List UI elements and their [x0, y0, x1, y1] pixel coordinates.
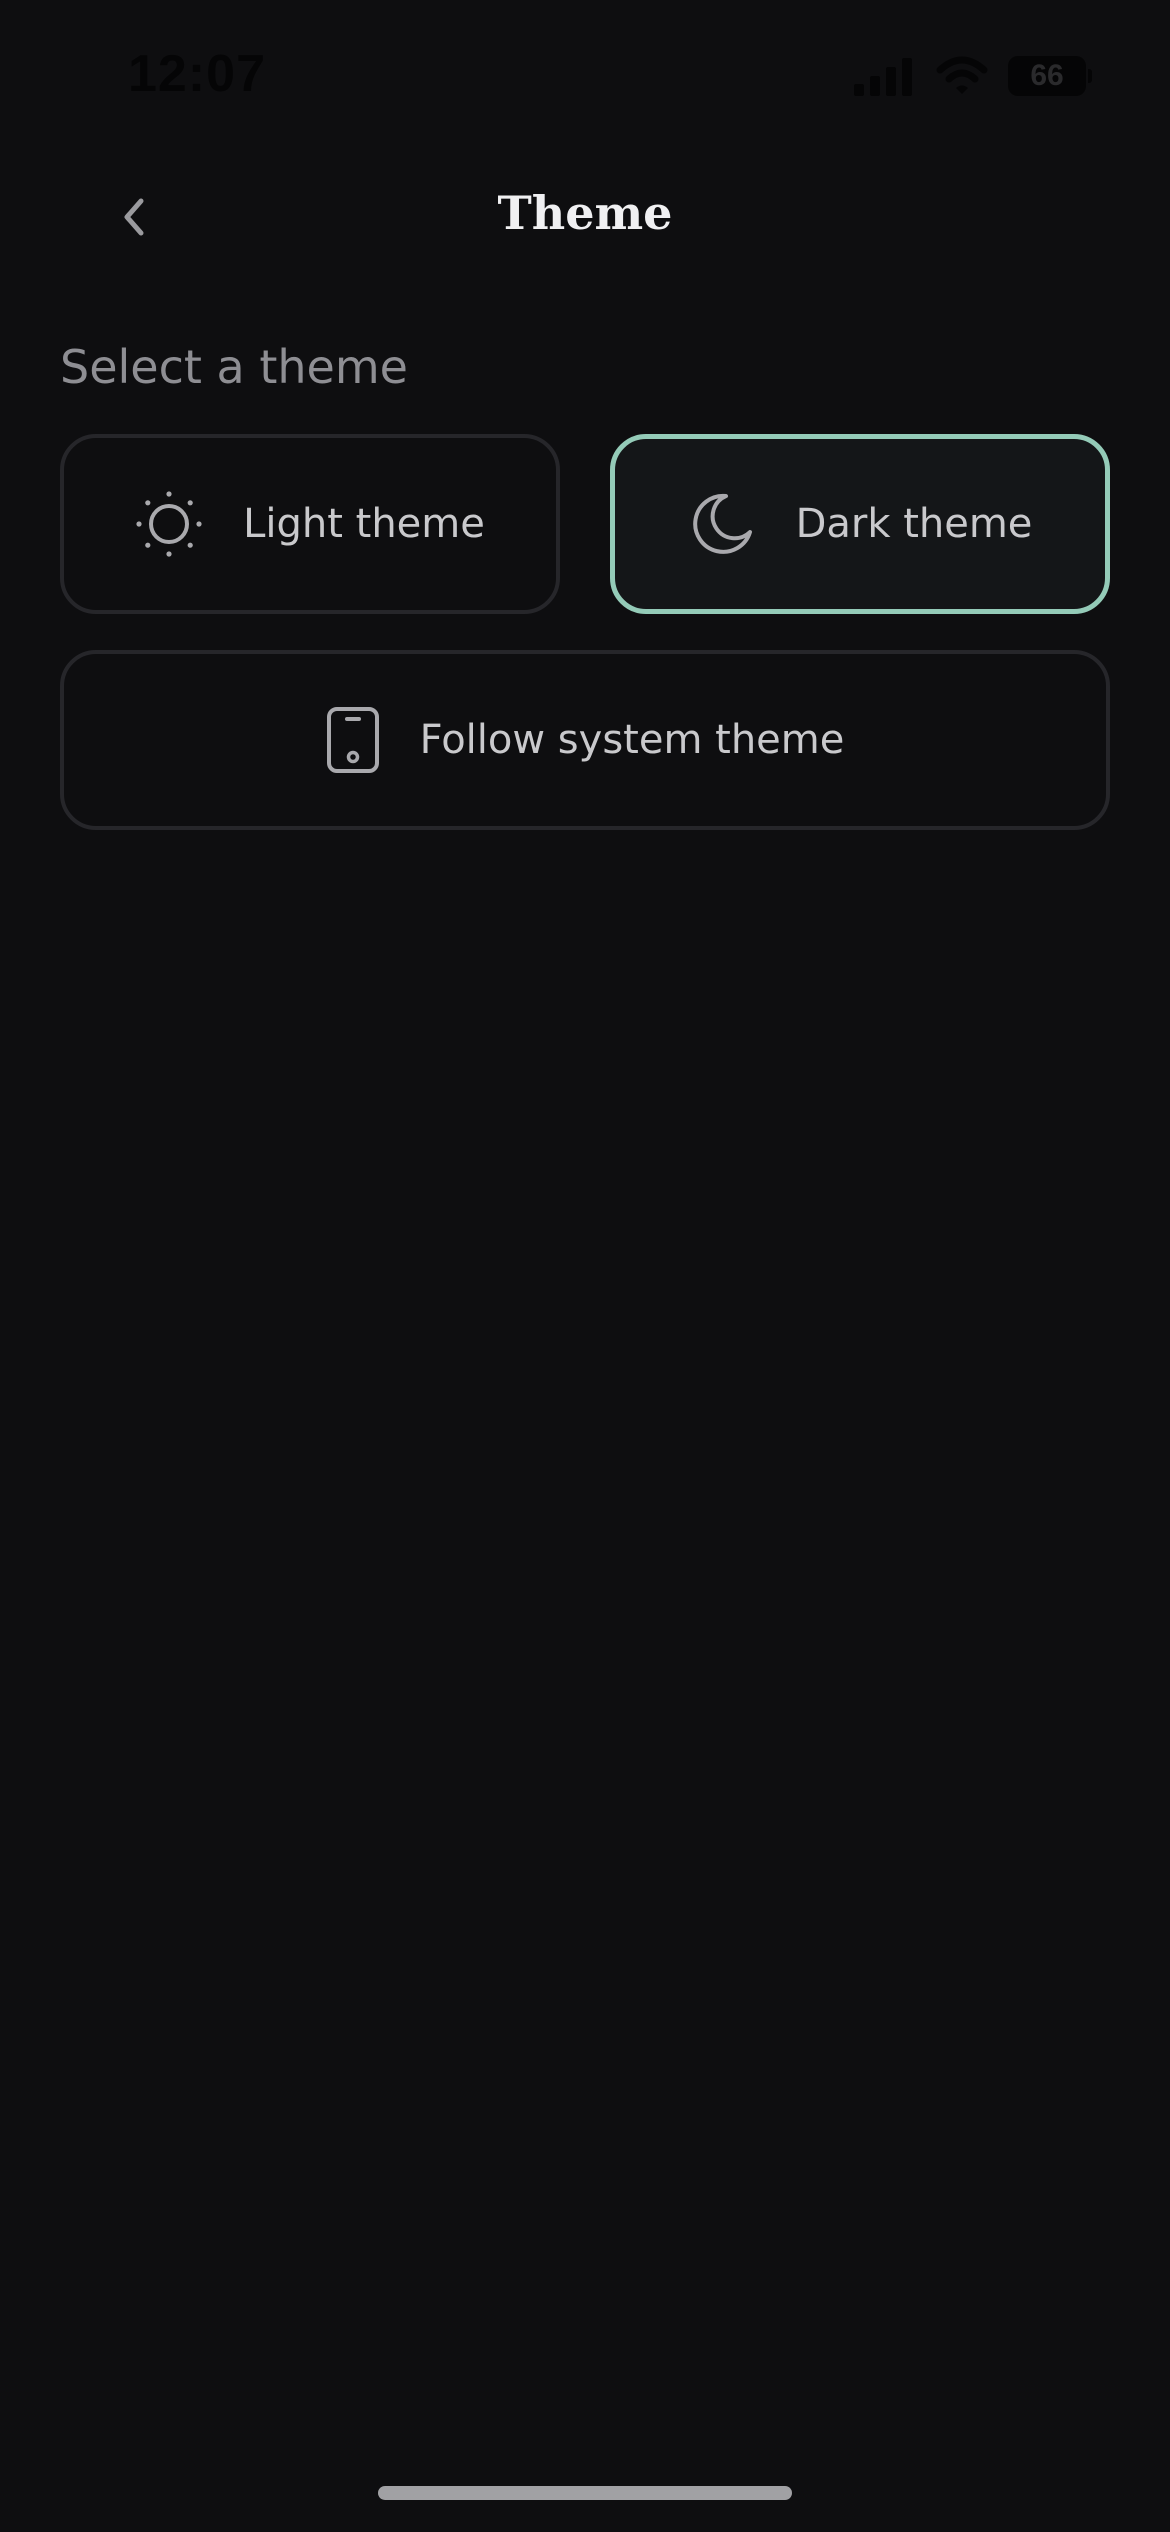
light-theme-option[interactable]: Light theme [60, 434, 560, 614]
page-title: Theme [497, 186, 673, 240]
dark-theme-option[interactable]: Dark theme [610, 434, 1110, 614]
phone-icon [326, 706, 380, 774]
system-theme-option[interactable]: Follow system theme [60, 650, 1110, 830]
home-indicator [378, 2486, 792, 2500]
dark-theme-label: Dark theme [795, 501, 1033, 547]
sun-icon [135, 490, 203, 558]
signal-icon [854, 58, 912, 96]
light-theme-label: Light theme [243, 501, 485, 547]
status-time: 12:07 [128, 45, 266, 103]
wifi-icon [936, 56, 988, 94]
battery-tip [1088, 69, 1092, 83]
battery-level: 66 [1030, 59, 1064, 92]
system-theme-label: Follow system theme [419, 717, 845, 763]
battery-icon: 66 [1008, 56, 1092, 96]
status-bar: 12:07 66 [0, 0, 1170, 150]
moon-icon [688, 490, 756, 558]
section-label: Select a theme [60, 340, 408, 394]
nav-bar: Theme [0, 160, 1170, 270]
